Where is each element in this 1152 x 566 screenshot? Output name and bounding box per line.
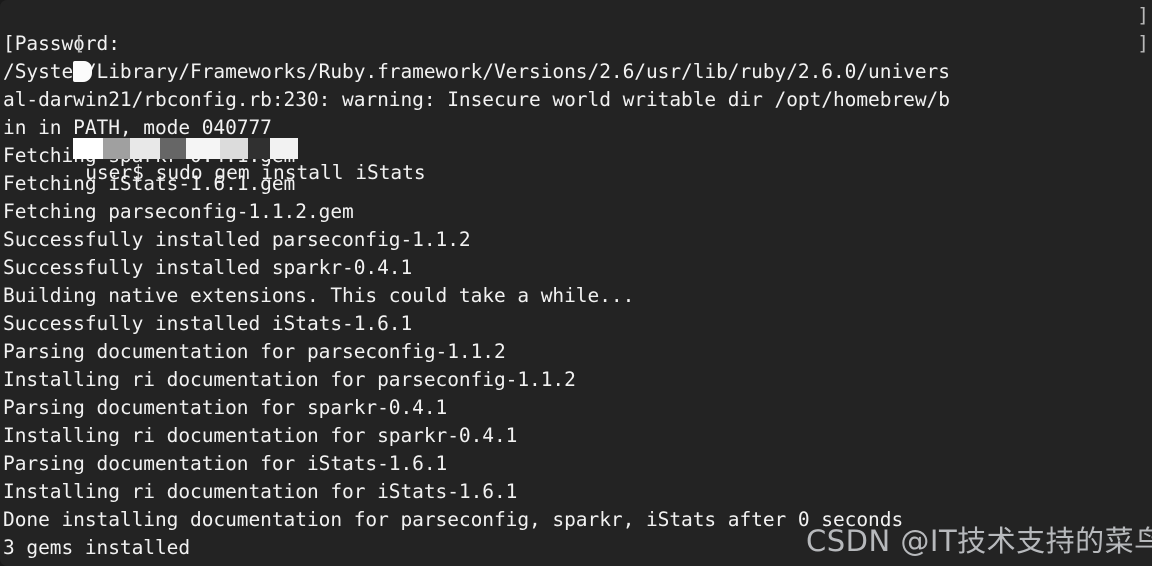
censored-hostname-mosaic: [73, 138, 299, 159]
terminal-line: Building native extensions. This could t…: [3, 284, 635, 307]
terminal-line: 3 gems installed: [3, 536, 191, 559]
censor-block-7: [270, 138, 299, 159]
terminal-line: Successfully installed iStats-1.6.1: [3, 312, 413, 335]
terminal-line: Done installing documentation for parsec…: [3, 508, 904, 531]
terminal-line: Parsing documentation for iStats-1.6.1: [3, 452, 448, 475]
terminal-output-rows: [Password: /System/Library/Frameworks/Rub…: [0, 30, 1152, 562]
terminal-line: Successfully installed sparkr-0.4.1: [3, 256, 413, 279]
terminal-line: Installing ri documentation for sparkr-0…: [3, 424, 518, 447]
terminal-line: Installing ri documentation for parsecon…: [3, 368, 576, 391]
terminal-line: Installing ri documentation for iStats-1…: [3, 480, 518, 503]
censor-block-1: [103, 138, 131, 159]
terminal-line: /System/Library/Frameworks/Ruby.framewor…: [3, 60, 950, 83]
censor-block-2: [130, 138, 161, 159]
censor-block-5: [220, 138, 249, 159]
terminal-line: al-darwin21/rbconfig.rb:230: warning: In…: [3, 88, 950, 111]
prompt-close-bracket: ]: [1137, 4, 1149, 27]
censor-block-0: [73, 138, 104, 159]
terminal-line: Parsing documentation for parseconfig-1.…: [3, 340, 506, 363]
password-line-close-bracket: ]: [1137, 32, 1149, 55]
prompt-user-command: user$ sudo gem install iStats: [73, 161, 426, 184]
censor-block-6: [248, 138, 271, 159]
terminal-prompt-line: [ user$ sudo gem install iStats ]: [0, 2, 1152, 184]
terminal-line: Fetching parseconfig-1.1.2.gem: [3, 200, 354, 223]
prompt-spacer: [73, 105, 90, 106]
censor-block-4: [186, 138, 221, 159]
terminal-window[interactable]: [ user$ sudo gem install iStats ] [Passw…: [0, 0, 1152, 566]
prompt-open-bracket: [: [73, 32, 86, 55]
terminal-line: [Password:: [3, 32, 120, 55]
censor-block-3: [160, 138, 187, 159]
terminal-line: Parsing documentation for sparkr-0.4.1: [3, 396, 448, 419]
censored-blob-icon: [73, 61, 93, 82]
terminal-line: Successfully installed parseconfig-1.1.2: [3, 228, 471, 251]
terminal-screen[interactable]: [ user$ sudo gem install iStats ] [Passw…: [0, 0, 1152, 562]
